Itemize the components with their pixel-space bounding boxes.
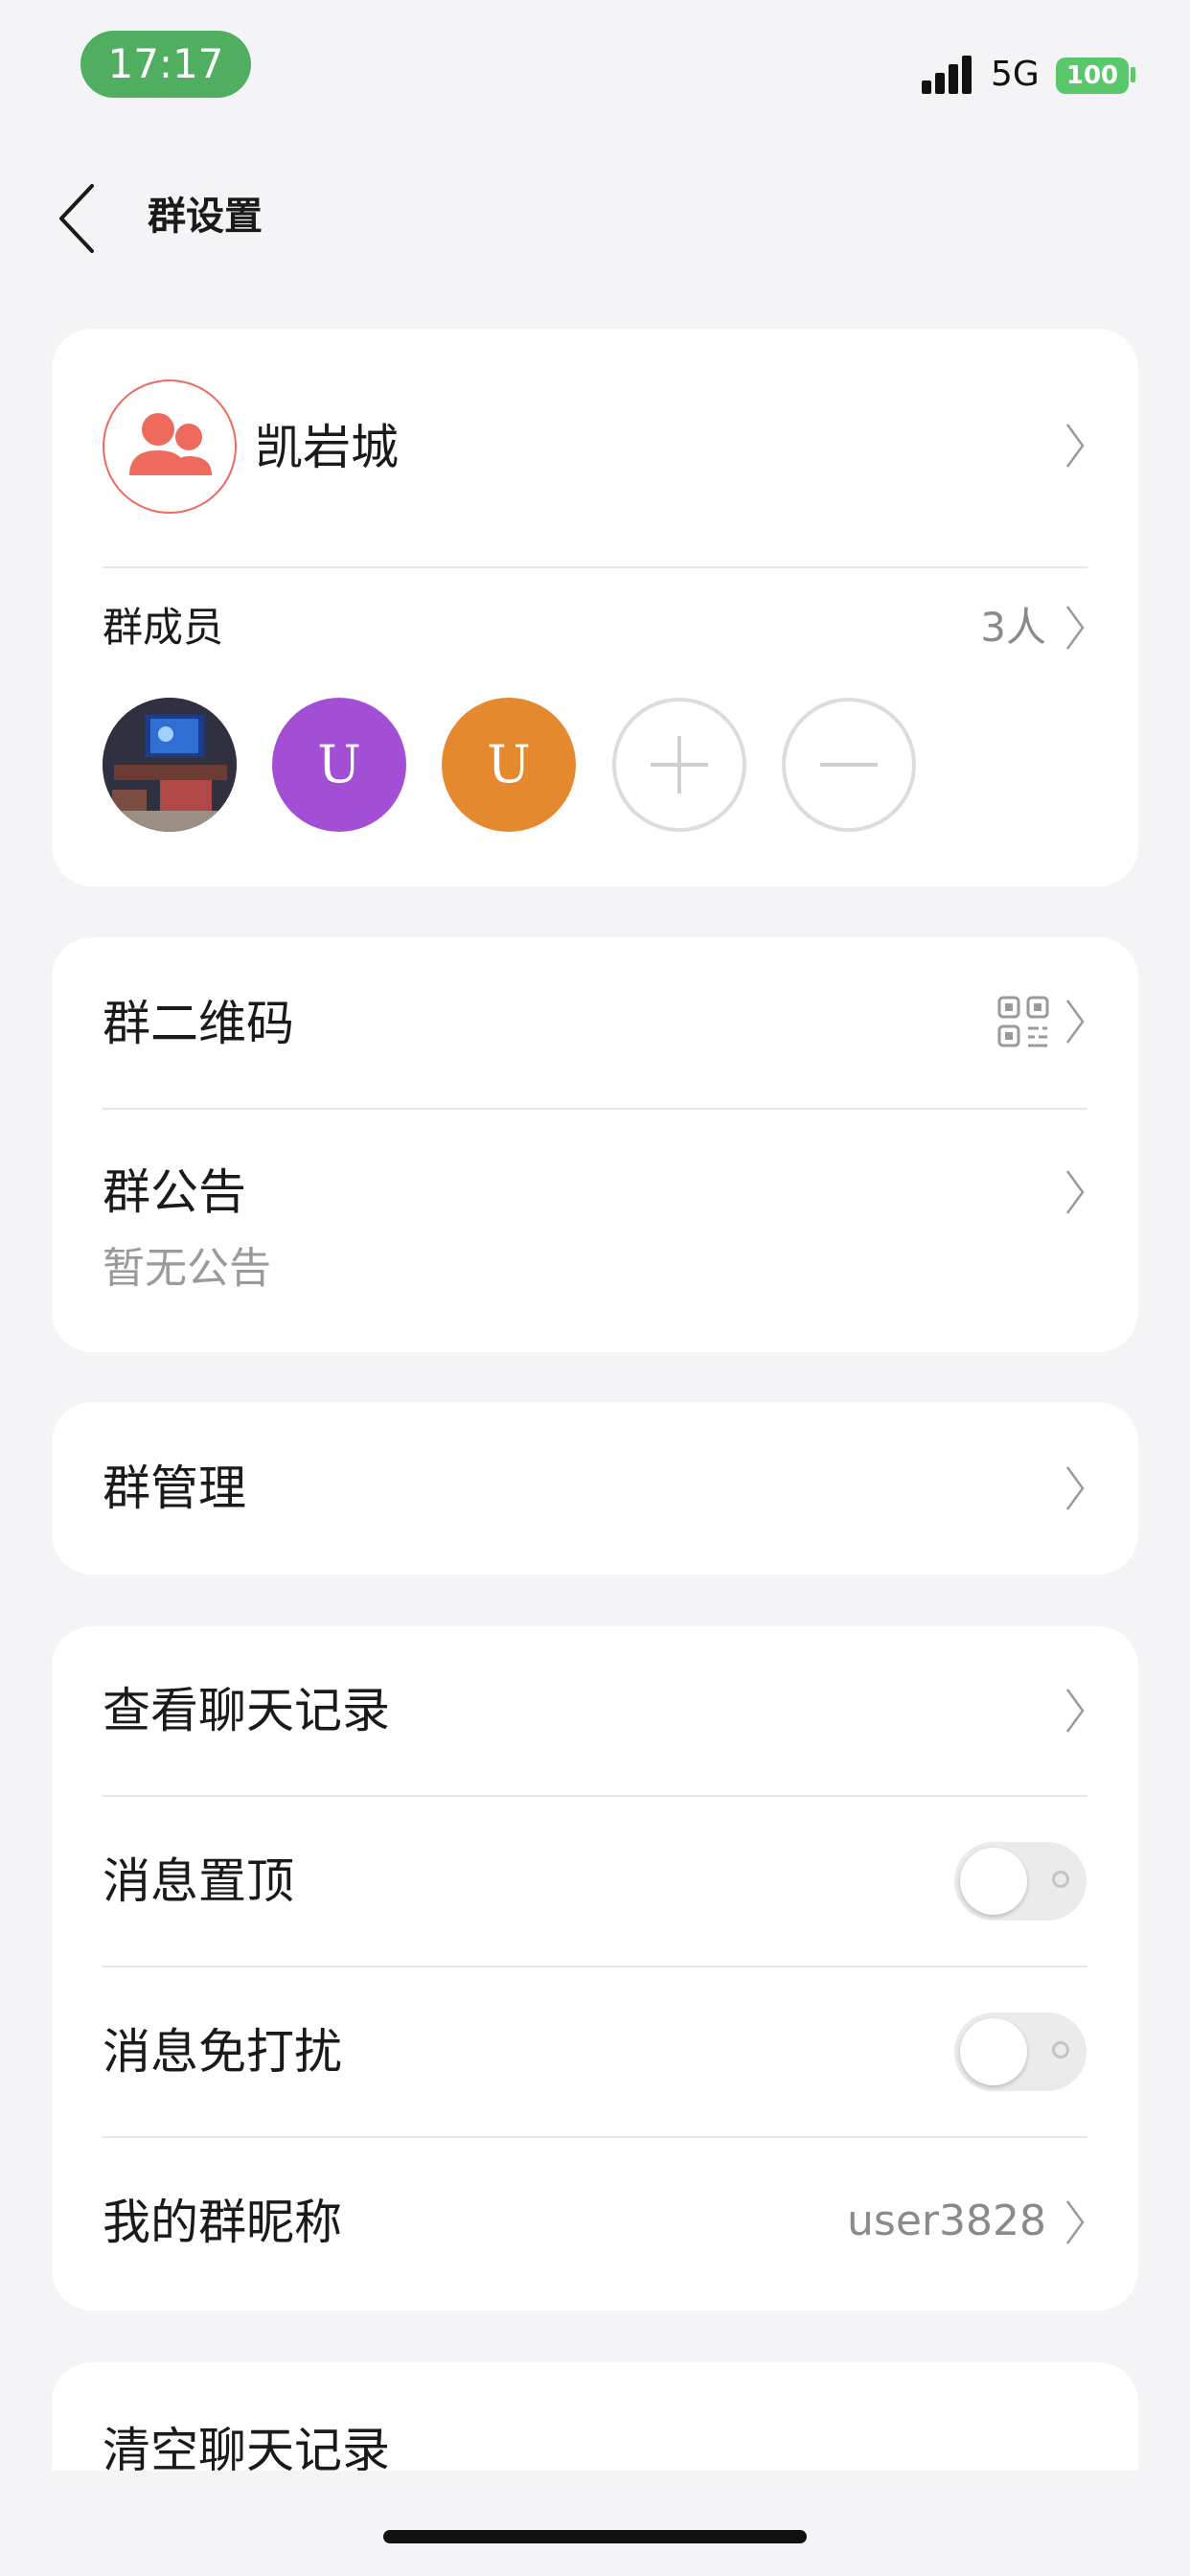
members-row[interactable]: 群成员 3人: [52, 580, 1138, 676]
mute-label: 消息免打扰: [103, 2024, 342, 2080]
plus-icon: [651, 736, 708, 794]
chat-settings-card: 查看聊天记录 消息置顶 消息免打扰 我的群昵称 user3828: [52, 1626, 1138, 2311]
pin-chat-row: 消息置顶: [52, 1797, 1138, 1966]
group-header-row[interactable]: 凯岩城: [52, 329, 1138, 564]
toggle-knob: [960, 1848, 1027, 1915]
divider: [103, 566, 1087, 568]
nav-bar: 群设置: [0, 163, 1190, 268]
group-notice-row[interactable]: 群公告 暂无公告: [52, 1110, 1138, 1352]
battery-level: 100: [1065, 61, 1119, 90]
chevron-right-icon: [1065, 1170, 1085, 1214]
member-avatar-photo[interactable]: [103, 698, 237, 832]
add-member-button[interactable]: [612, 698, 746, 832]
toggle-knob: [960, 2018, 1027, 2085]
member-avatar-initial[interactable]: U: [442, 698, 576, 832]
page-title: 群设置: [148, 195, 263, 239]
chevron-right-icon: [1065, 2200, 1085, 2244]
chevron-right-icon: [1065, 1689, 1085, 1733]
group-manage-label: 群管理: [103, 1460, 246, 1516]
chevron-left-icon: [59, 184, 94, 253]
network-type: 5G: [991, 55, 1040, 94]
group-users-icon: [129, 413, 212, 475]
mute-row: 消息免打扰: [52, 1967, 1138, 2136]
remove-member-button[interactable]: [782, 698, 916, 832]
toggle-off-indicator: [1052, 2041, 1069, 2058]
mute-toggle[interactable]: [954, 2012, 1087, 2091]
qr-code-icon: [997, 996, 1049, 1047]
minus-icon: [820, 763, 878, 767]
status-bar: 17:17 5G 100: [0, 0, 1190, 134]
group-notice-label: 群公告: [103, 1164, 246, 1220]
chevron-right-icon: [1065, 1000, 1085, 1044]
group-manage-card: 群管理: [52, 1402, 1138, 1575]
battery-tip: [1131, 67, 1135, 82]
group-name: 凯岩城: [255, 420, 399, 475]
member-count: 3人: [980, 604, 1046, 651]
chevron-right-icon: [1065, 424, 1085, 468]
battery-icon: 100: [1056, 58, 1129, 94]
pin-chat-toggle[interactable]: [954, 1842, 1087, 1920]
pin-chat-label: 消息置顶: [103, 1853, 294, 1909]
member-initial: U: [317, 734, 361, 794]
group-nickname-value: user3828: [847, 2196, 1046, 2245]
member-initial: U: [487, 734, 531, 794]
group-qr-notice-card: 群二维码 群公告 暂无公告: [52, 937, 1138, 1352]
group-notice-empty: 暂无公告: [103, 1244, 271, 1293]
back-button[interactable]: [52, 180, 109, 257]
bottom-fade: [0, 2471, 1190, 2576]
member-avatar-initial[interactable]: U: [272, 698, 406, 832]
group-qr-label: 群二维码: [103, 996, 294, 1051]
group-nickname-row[interactable]: 我的群昵称 user3828: [52, 2138, 1138, 2311]
signal-strength-icon: [922, 56, 979, 94]
group-info-card: 凯岩城 群成员 3人 U U: [52, 329, 1138, 886]
toggle-off-indicator: [1052, 1871, 1069, 1888]
chevron-right-icon: [1065, 606, 1085, 650]
group-avatar: [103, 380, 237, 514]
group-nickname-label: 我的群昵称: [103, 2195, 342, 2250]
member-photo-image: [103, 698, 237, 832]
members-label: 群成员: [103, 604, 224, 651]
chat-history-row[interactable]: 查看聊天记录: [52, 1626, 1138, 1795]
chevron-right-icon: [1065, 1466, 1085, 1510]
chat-history-label: 查看聊天记录: [103, 1683, 390, 1738]
home-indicator: [383, 2530, 807, 2543]
status-time: 17:17: [80, 31, 251, 98]
group-qr-row[interactable]: 群二维码: [52, 937, 1138, 1108]
group-manage-row[interactable]: 群管理: [52, 1402, 1138, 1575]
